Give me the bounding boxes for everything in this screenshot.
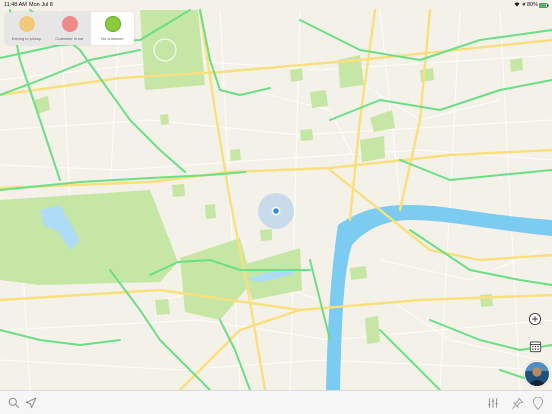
map-view[interactable]	[0, 0, 552, 414]
ride-status-selector[interactable]: Driving to pickup Customer in car No cus…	[5, 12, 134, 45]
status-dot-yellow	[18, 16, 35, 32]
calendar-button[interactable]	[527, 338, 543, 354]
calendar-icon	[529, 341, 541, 352]
status-option-customer-in-car[interactable]: Customer in car	[48, 12, 91, 45]
current-location-marker	[271, 206, 281, 216]
user-avatar[interactable]	[524, 361, 550, 387]
map-pin-button[interactable]	[530, 395, 546, 411]
status-date: Mon Jul 8	[29, 2, 53, 8]
wifi-icon	[514, 2, 520, 9]
navigate-arrow-icon	[25, 397, 37, 409]
status-option-no-customer[interactable]: No customer	[91, 12, 134, 45]
status-option-driving-to-pickup[interactable]: Driving to pickup	[5, 12, 48, 45]
search-icon	[8, 397, 20, 409]
filters-icon	[488, 398, 498, 408]
battery-percent: 80%	[527, 2, 539, 8]
search-button[interactable]	[6, 395, 22, 411]
status-option-label: Customer in car	[55, 36, 84, 41]
status-time: 11:48 AM	[4, 2, 27, 8]
filters-button[interactable]	[485, 395, 501, 411]
pin-icon	[511, 397, 523, 409]
pin-button[interactable]	[509, 395, 525, 411]
zoom-in-button[interactable]	[527, 311, 543, 327]
bottom-toolbar	[0, 390, 552, 414]
status-option-label: Driving to pickup	[11, 36, 42, 41]
map-pin-icon	[532, 396, 544, 410]
status-bar: 11:48 AM Mon Jul 8 80%	[0, 0, 552, 10]
location-services-icon	[521, 2, 526, 9]
battery-icon	[539, 3, 549, 10]
navigate-button[interactable]	[23, 395, 39, 411]
status-option-label: No customer	[101, 36, 124, 41]
status-dot-red	[61, 16, 78, 32]
plus-circle-icon	[528, 312, 542, 326]
status-dot-green	[104, 16, 121, 32]
